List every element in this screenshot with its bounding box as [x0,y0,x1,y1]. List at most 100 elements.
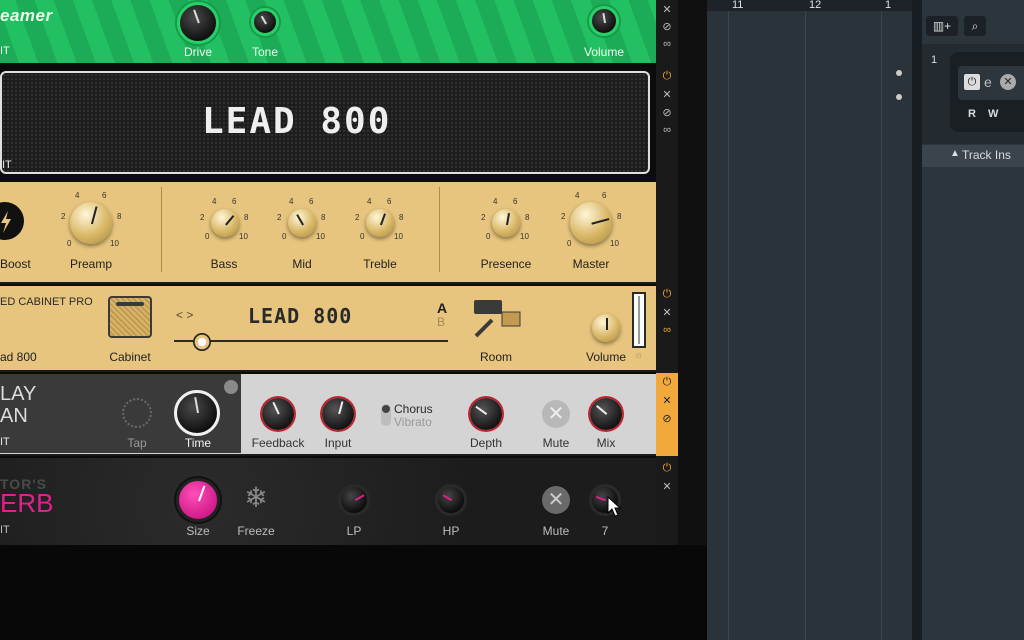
screamer-volume-knob[interactable] [589,6,619,36]
edit-icon[interactable]: e [984,74,992,90]
mid-knob[interactable] [288,209,316,237]
screamer-bypass-label[interactable]: IT [0,45,10,57]
chorus-label[interactable]: Chorus [394,402,433,416]
track-power-icon[interactable]: ⏻ [964,74,980,90]
screamer-logo: eamer [0,6,53,25]
cabinet-mic-slider-handle[interactable] [193,333,211,351]
sync-note-icon[interactable] [224,380,238,394]
feedback-knob[interactable] [262,398,294,430]
timeline-ruler[interactable]: 11 12 1 [707,0,912,11]
grid-line [728,0,729,640]
treble-tick-0: 0 [360,232,365,241]
amp-control-panel: Boost 0 2 4 6 8 10 Preamp 0 2 4 6 8 10 B… [0,182,656,284]
cabinet-volume-knob[interactable] [592,314,620,342]
drive-label: Drive [183,45,212,59]
drive-knob[interactable] [177,2,219,44]
write-button[interactable]: W [988,108,998,120]
disable-icon[interactable]: ⊘ [656,412,678,425]
mid-tick-8: 8 [321,213,326,222]
track-number: 1 [931,54,938,66]
bass-tick-2: 2 [200,213,205,222]
add-instrument-track-icon[interactable]: ▥+ [926,16,958,36]
master-label: Master [572,257,610,271]
power-icon[interactable]: ⏻ [656,462,678,475]
module-control-strip: ✕ ⊘ ∞ ⏻ ✕ ⊘ ∞ ⏻ ✕ ∞ ⏻ ✕ ⊘ ⏻ ✕ [656,0,678,545]
amp-bypass-label[interactable]: IT [2,159,12,171]
presence-knob[interactable] [492,209,520,237]
preamp-knob[interactable] [70,202,112,244]
boost-label: Boost [0,257,31,271]
room-label: Room [479,350,512,364]
brightness-icon[interactable]: ☼ [634,350,643,361]
delay-bypass-label[interactable]: IT [0,436,10,448]
presence-tick-6: 6 [513,197,518,206]
bass-tick-8: 8 [244,213,249,222]
close-icon[interactable]: ✕ [1000,74,1016,90]
track-panel: ▥+ ⌕ 1 ⏻ e ✕ R W Track Ins ▲ [922,0,1024,640]
amp-sim-rack: eamer IT Drive Tone Volume LEAD 800 IT B… [0,0,656,545]
disable-icon[interactable]: ⊘ [656,106,678,119]
room-mic-icon[interactable] [472,298,524,340]
power-icon[interactable]: ⏻ [656,288,678,301]
link-icon[interactable]: ∞ [656,38,678,50]
treble-tick-8: 8 [399,213,404,222]
cabinet-prev-next[interactable]: < > [176,308,193,322]
collapse-icon[interactable]: ✕ [656,3,678,16]
depth-knob[interactable] [470,398,502,430]
fingerprint-icon[interactable] [122,398,152,428]
depth-label: Depth [469,436,503,450]
tone-knob[interactable] [251,8,279,36]
cabinet-a-button[interactable]: A [437,300,447,316]
automation-point[interactable] [896,94,902,100]
mid-tick-10: 10 [316,232,325,241]
power-icon[interactable]: ⏻ [656,376,678,389]
delay-mute-button[interactable]: ✕ [542,400,570,428]
track-inspector-tab[interactable]: Track Ins ▲ [922,145,1024,167]
rack-empty-area [0,545,707,640]
snowflake-icon[interactable]: ❄ [240,482,272,514]
size-knob[interactable] [176,478,220,522]
zone-divider[interactable] [896,0,922,640]
lightning-icon [1,211,11,233]
input-knob[interactable] [322,398,354,430]
tap-label: Tap [127,436,147,450]
disable-icon[interactable]: ⊘ [656,20,678,33]
track-1-row[interactable]: 1 ⏻ e ✕ R W [922,44,1024,144]
daw-arrange-area [707,0,912,640]
cabinet-mic-slider[interactable] [174,340,448,342]
screamer-pedal: eamer IT Drive Tone Volume [0,0,656,66]
amp-model-name: LEAD 800 [202,101,392,142]
cabinet-speaker-icon[interactable] [108,296,152,338]
cabinet-b-button[interactable]: B [437,315,445,329]
track-1-header: ⏻ e ✕ R W [950,52,1024,132]
treble-knob[interactable] [366,209,394,237]
time-knob[interactable] [174,390,220,436]
collapse-icon[interactable]: ✕ [656,480,678,493]
chorus-vibrato-switch[interactable] [381,404,391,426]
cabinet-preset[interactable]: ad 800 [0,350,37,364]
search-icon[interactable]: ⌕ [964,16,986,36]
link-icon[interactable]: ∞ [656,124,678,136]
collapse-icon[interactable]: ✕ [656,394,678,407]
vibrato-label[interactable]: Vibrato [394,415,432,429]
delay-mix-knob[interactable] [590,398,622,430]
link-icon[interactable]: ∞ [656,324,678,336]
collapse-icon[interactable]: ✕ [656,88,678,101]
hp-knob[interactable] [435,484,467,516]
lp-knob[interactable] [338,484,370,516]
power-icon[interactable]: ⏻ [656,70,678,83]
read-button[interactable]: R [968,108,976,120]
cabinet-module: ED CABINET PRO ad 800 Cabinet < > LEAD 8… [0,286,656,372]
delay-title-2: AN [0,405,28,427]
input-label: Input [324,436,352,450]
automation-point[interactable] [896,70,902,76]
reverb-mute-button[interactable]: ✕ [542,486,570,514]
reverb-bypass-label[interactable]: IT [0,524,10,536]
collapse-icon[interactable]: ✕ [656,306,678,319]
mid-tick-2: 2 [277,213,282,222]
bass-knob[interactable] [211,209,239,237]
boost-switch[interactable] [0,202,24,240]
reverb-title-2: ERB [0,488,54,518]
hp-label: HP [442,524,460,538]
master-knob[interactable] [570,202,612,244]
